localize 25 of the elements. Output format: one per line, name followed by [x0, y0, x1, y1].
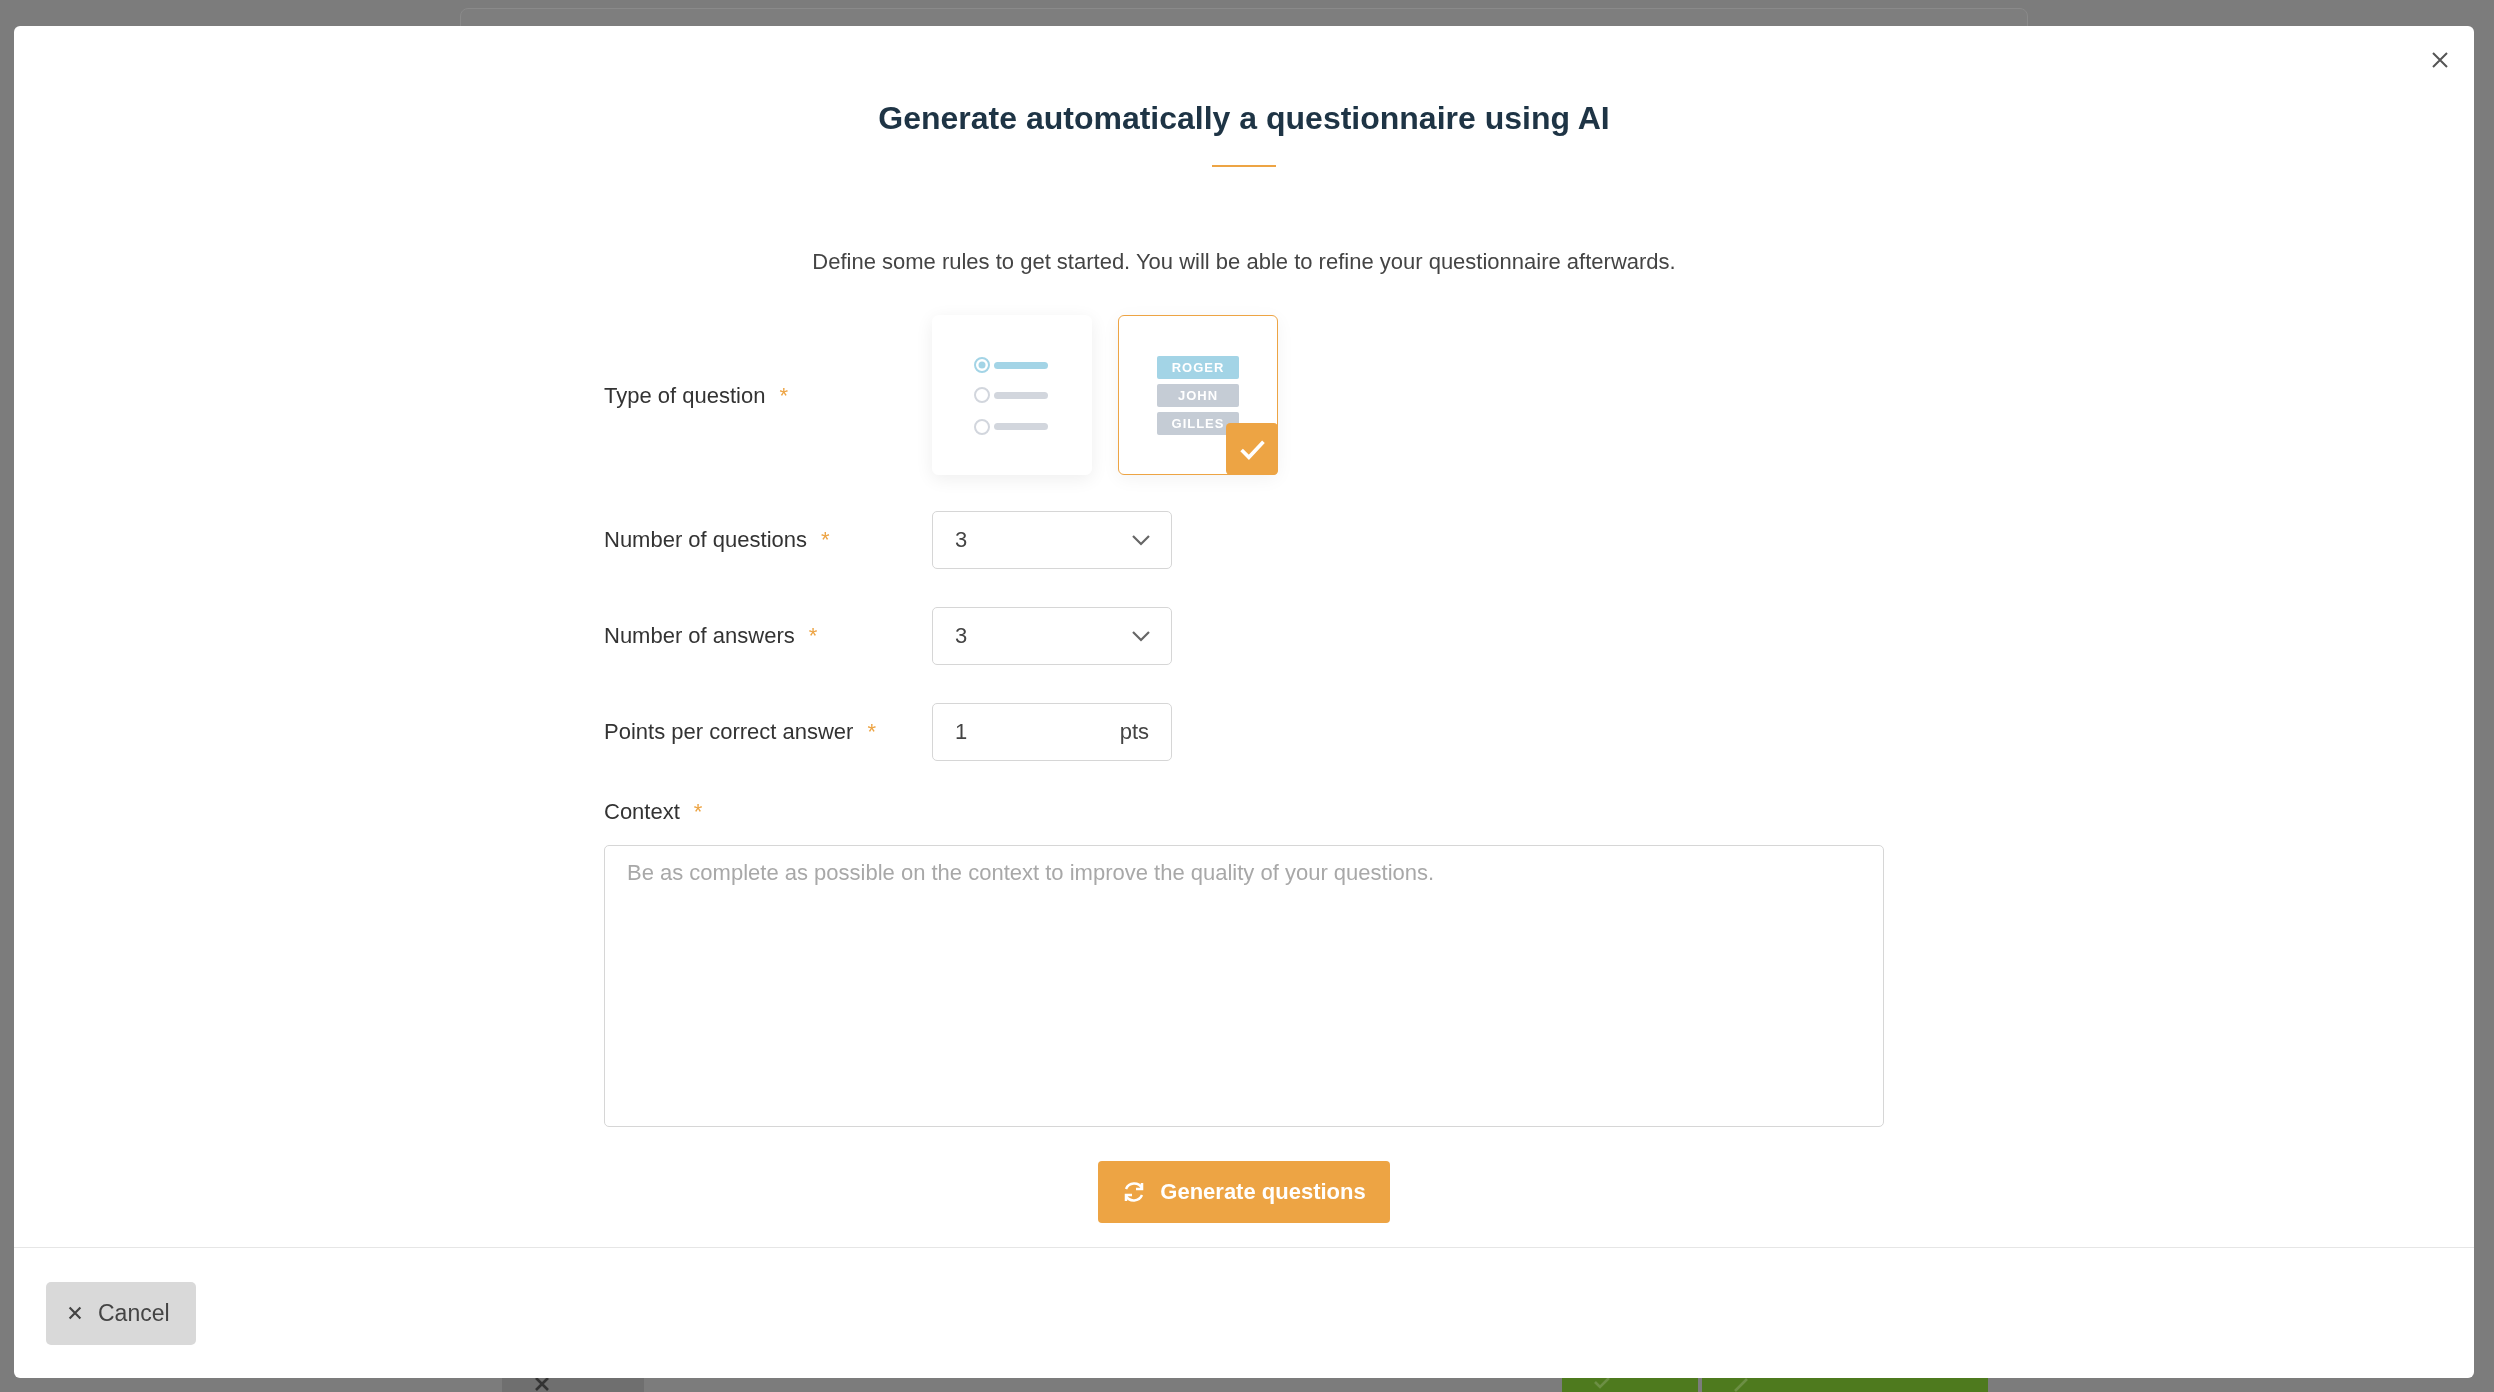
name-tag: ROGER — [1157, 355, 1239, 379]
required-mark: * — [779, 383, 788, 409]
points-field[interactable]: 1 pts — [932, 703, 1172, 761]
cancel-button[interactable]: Cancel — [46, 1281, 196, 1345]
name-tag: GILLES — [1157, 411, 1239, 435]
chevron-down-icon — [1131, 630, 1151, 642]
intro-text: Define some rules to get started. You will be able to refine your questionnaire afterwards. — [811, 249, 1677, 275]
field-label: Context — [604, 799, 680, 825]
close-icon — [66, 1304, 84, 1322]
field-label: Number of answers — [604, 623, 795, 649]
name-tag: JOHN — [1157, 383, 1239, 407]
check-icon — [1226, 423, 1278, 475]
required-mark: * — [693, 799, 703, 825]
context-field[interactable]: Be as complete as possible on the context to improve the quality of your questions. — [604, 845, 1884, 1127]
chevron-down-icon — [1131, 534, 1151, 546]
select-field[interactable]: 3 — [932, 607, 1172, 665]
select-field[interactable]: 3 — [932, 511, 1172, 569]
required-mark: * — [821, 527, 830, 553]
close-icon[interactable] — [2430, 50, 2450, 70]
required-mark: * — [808, 623, 818, 649]
field-label: Type of question — [604, 383, 766, 409]
dialog-title: Generate automatically a questionnaire using AI — [878, 99, 1610, 137]
required-mark: * — [867, 719, 876, 745]
field-label: Number of questions — [604, 527, 807, 553]
field-label: Points per correct answer — [604, 719, 854, 745]
